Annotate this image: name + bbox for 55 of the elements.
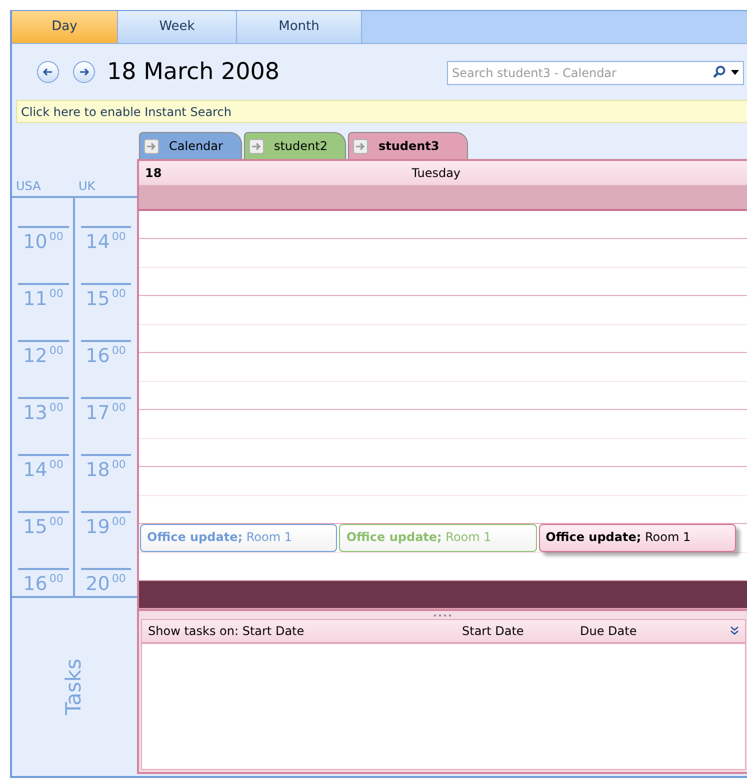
view-tab[interactable]: Month xyxy=(237,11,362,43)
minutes-label: 00 xyxy=(49,572,64,587)
time-slot[interactable] xyxy=(139,581,747,609)
view-tab[interactable]: Day xyxy=(12,11,118,43)
hour-label: 10 xyxy=(23,230,48,254)
date-title: 18 March 2008 xyxy=(107,58,280,87)
calendar-tab[interactable]: Calendar xyxy=(139,132,242,159)
instant-search-bar[interactable]: Click here to enable Instant Search xyxy=(16,100,747,123)
column-header[interactable]: Due Date xyxy=(580,622,637,640)
double-chevron-icon[interactable] xyxy=(730,626,739,636)
search-icon[interactable] xyxy=(712,65,726,79)
minutes-label: 00 xyxy=(112,287,126,302)
right-arrow-icon xyxy=(78,66,90,78)
hour-label: 18 xyxy=(86,458,110,482)
hour-label: 13 xyxy=(23,401,48,425)
minutes-label: 00 xyxy=(112,401,126,416)
minutes-label: 00 xyxy=(112,458,126,473)
time-slot[interactable]: Office update; Room 1 Office update; Room 1 Office update; Room 1 xyxy=(139,524,747,581)
minutes-label: 00 xyxy=(112,344,126,359)
time-zone-label: UK xyxy=(78,178,96,195)
minutes-label: 00 xyxy=(112,230,126,245)
hour-label: 16 xyxy=(86,344,110,368)
hour-label: 16 xyxy=(23,572,48,596)
time-zone-label: USA xyxy=(15,178,42,195)
dropdown-caret-icon[interactable] xyxy=(731,70,739,75)
calendar-tab[interactable]: student2 xyxy=(244,132,346,159)
hour-label: 12 xyxy=(23,344,48,368)
hour-label: 15 xyxy=(86,287,110,311)
hour-label: 14 xyxy=(23,458,48,482)
day-number: 18 xyxy=(145,165,162,182)
hour-label: 15 xyxy=(23,515,48,539)
minutes-label: 00 xyxy=(49,344,64,359)
tasks-label: Tasks xyxy=(60,658,87,716)
minutes-label: 00 xyxy=(49,401,64,416)
hour-label: 11 xyxy=(23,287,48,311)
hour-label: 14 xyxy=(86,230,110,254)
calendar-tab[interactable]: student3 xyxy=(348,132,468,159)
minutes-label: 00 xyxy=(49,287,64,302)
minutes-label: 00 xyxy=(112,515,126,530)
minutes-label: 00 xyxy=(49,515,64,530)
hour-label: 17 xyxy=(86,401,110,425)
column-header[interactable]: Start Date xyxy=(462,622,580,640)
left-arrow-icon xyxy=(42,66,54,78)
forward-arrow-button[interactable] xyxy=(73,61,95,83)
minutes-label: 00 xyxy=(49,230,64,245)
appointment[interactable]: Office update; Room 1 xyxy=(538,524,736,552)
back-arrow-button[interactable] xyxy=(37,61,59,83)
weekday-label: Tuesday xyxy=(412,165,461,182)
minutes-label: 00 xyxy=(49,458,64,473)
minutes-label: 00 xyxy=(112,572,126,587)
hour-label: 20 xyxy=(86,572,110,596)
column-header[interactable]: Show tasks on: Start Date xyxy=(148,622,462,640)
search-field[interactable]: Search student3 - Calendar xyxy=(447,61,744,85)
hour-label: 19 xyxy=(86,515,110,539)
view-tab[interactable]: Week xyxy=(118,11,237,43)
